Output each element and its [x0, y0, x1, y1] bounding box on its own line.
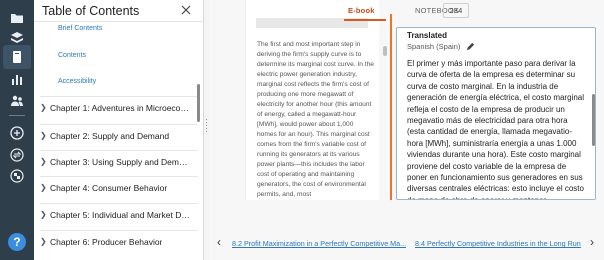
drag-handle-icon: [205, 118, 208, 132]
app-rail: ?: [0, 0, 34, 260]
ebook-scrollbar[interactable]: [383, 46, 387, 56]
toc-title: Table of Contents: [42, 4, 140, 18]
toc-chapter-label: Chapter 5: Individual and Market Demand: [50, 209, 192, 220]
next-section-link[interactable]: 8.4 Perfectly Competitive Industries in …: [415, 239, 581, 248]
book-icon[interactable]: [8, 48, 26, 66]
toc-chapter-label: Chapter 3: Using Supply and Demand: [50, 156, 192, 167]
exchange-icon[interactable]: [8, 167, 26, 185]
help-icon[interactable]: ?: [8, 233, 26, 251]
chevron-right-icon: ❯: [40, 183, 47, 192]
chevron-left-icon[interactable]: ‹: [217, 235, 221, 249]
close-icon[interactable]: [180, 4, 192, 16]
tab-ebook[interactable]: E-book: [348, 6, 375, 15]
toc-link-accessibility[interactable]: Accessibility: [58, 78, 96, 85]
toc-header: Table of Contents: [34, 0, 203, 22]
chevron-right-icon: ❯: [40, 237, 47, 246]
toc-chapter-label: Chapter 4: Consumer Behavior: [50, 182, 168, 193]
selection-indicator-line: [390, 14, 392, 200]
chevron-right-icon[interactable]: ›: [590, 235, 594, 249]
rail-separator: [9, 115, 25, 116]
table-of-contents-panel: Table of Contents Brief Contents Content…: [34, 0, 204, 260]
chevron-right-icon: ❯: [40, 131, 47, 140]
bar-chart-icon[interactable]: [8, 70, 26, 88]
toc-link-brief-contents[interactable]: Brief Contents: [58, 25, 102, 32]
translation-title: Translated: [407, 31, 448, 40]
toc-chapter-3[interactable]: ❯ Chapter 3: Using Supply and Demand: [40, 150, 198, 172]
translation-panel: Translated Spanish (Spain) El primer y m…: [396, 27, 596, 200]
toc-chapter-label: Chapter 6: Producer Behavior: [50, 236, 163, 247]
pencil-icon[interactable]: [466, 42, 475, 51]
toc-chapter-label: Chapter 2: Supply and Demand: [50, 130, 170, 141]
page-number-badge[interactable]: 234: [443, 3, 469, 18]
previous-section-link[interactable]: 8.2 Profit Maximization in a Perfectly C…: [232, 239, 406, 248]
translation-language[interactable]: Spanish (Spain): [407, 42, 460, 51]
translation-text: El primer y más importante paso para der…: [407, 59, 584, 199]
swap-icon[interactable]: [8, 146, 26, 164]
ebook-page: The first and most important step in der…: [245, 0, 379, 200]
people-icon[interactable]: [8, 92, 26, 110]
add-icon[interactable]: [8, 124, 26, 142]
active-tab-underline: [344, 19, 386, 21]
page-navigation: ‹ 8.2 Profit Maximization in a Perfectly…: [209, 232, 604, 254]
toc-link-contents[interactable]: Contents: [58, 52, 86, 59]
toc-chapter-6[interactable]: ❯ Chapter 6: Producer Behavior: [40, 230, 198, 252]
translation-scrollbar[interactable]: [592, 94, 595, 146]
page-body-text[interactable]: The first and most important step in der…: [257, 40, 375, 200]
folder-icon[interactable]: [8, 9, 26, 27]
chevron-right-icon: ❯: [40, 210, 47, 219]
toc-chapter-4[interactable]: ❯ Chapter 4: Consumer Behavior: [40, 176, 198, 198]
toc-scrollbar[interactable]: [197, 84, 200, 122]
ebook-area: The first and most important step in der…: [209, 0, 604, 260]
toc-chapter-2[interactable]: ❯ Chapter 2: Supply and Demand: [40, 124, 198, 146]
toc-chapter-label: Chapter 1: Adventures in Microeconomics: [50, 102, 192, 113]
toc-chapter-1[interactable]: ❯ Chapter 1: Adventures in Microeconomic…: [40, 96, 198, 118]
toc-chapter-5[interactable]: ❯ Chapter 5: Individual and Market Deman…: [40, 203, 198, 225]
chevron-right-icon: ❯: [40, 157, 47, 166]
chevron-right-icon: ❯: [40, 103, 47, 112]
